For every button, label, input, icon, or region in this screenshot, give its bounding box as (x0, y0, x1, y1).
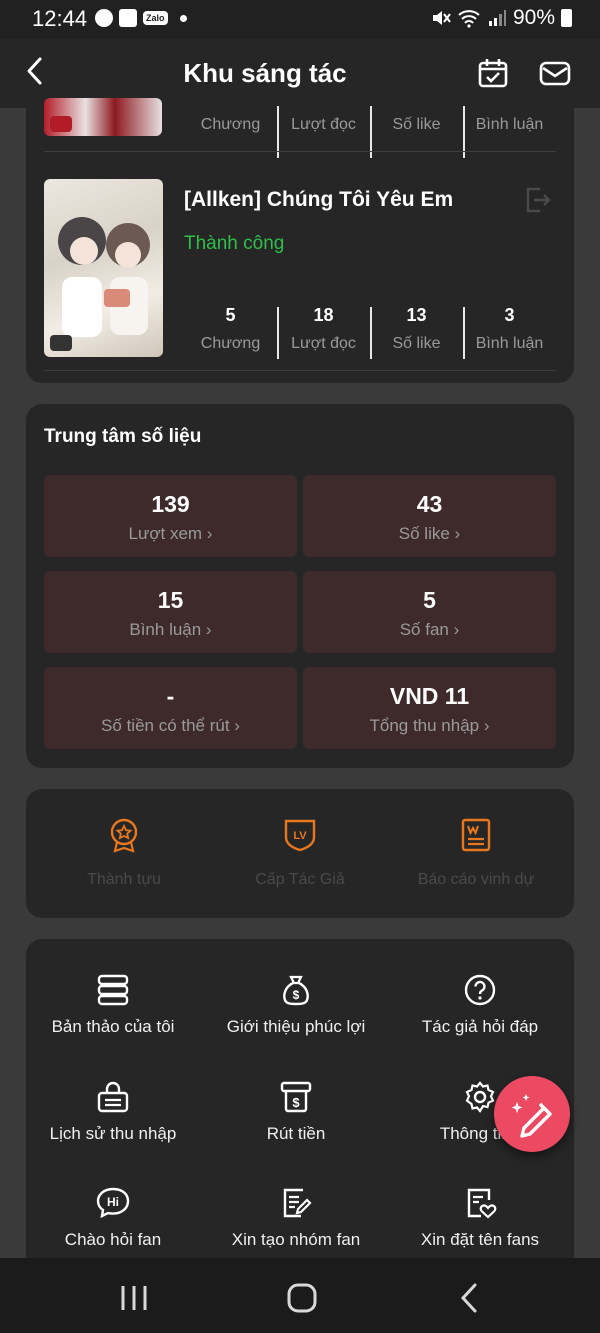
menu-greet-fans[interactable]: Hi Chào hỏi fan (21, 1186, 205, 1250)
battery-icon (561, 9, 572, 27)
youtube-icon (119, 9, 137, 27)
tile-views[interactable]: 139 Lượt xem › (44, 475, 297, 557)
data-center-card: Trung tâm số liệu 139 Lượt xem › 43 Số l… (26, 404, 574, 768)
tile-comments[interactable]: 15 Bình luận › (44, 571, 297, 653)
stat-comments: Bình luận (463, 104, 556, 158)
work-item[interactable]: [Allken] Chúng Tôi Yêu Em Thành công 5 C… (44, 179, 556, 359)
medal-icon (110, 818, 138, 853)
work-stats: Chương Lượt đọc Số like Bình luận (184, 104, 556, 158)
page-title: Khu sáng tác (183, 58, 347, 88)
tools-menu-card: Bản thảo của tôi $ Giới thiệu phúc lợi T… (26, 939, 574, 1279)
drafts-stack-icon (97, 974, 129, 1006)
zalo-icon: Zalo (143, 11, 168, 25)
calendar-check-icon[interactable] (476, 56, 510, 90)
status-notification-icons: Zalo (95, 9, 187, 27)
svg-text:Hi: Hi (107, 1195, 119, 1209)
honor-card: Thành tựu LV Cấp Tác Giả Báo cáo vinh dự (26, 789, 574, 918)
honor-report-icon (461, 818, 491, 852)
works-card: Chương Lượt đọc Số like Bình luận [Allke… (26, 98, 574, 383)
stat-chapters: 5 Chương (200, 305, 261, 352)
money-bag-icon: $ (283, 975, 309, 1006)
tile-total-income[interactable]: VND 11 Tổng thu nhập › (303, 667, 556, 749)
cover-artwork (58, 217, 150, 337)
status-system-icons: 90% (431, 6, 572, 30)
hi-bubble-icon: Hi (96, 1187, 130, 1219)
cover-badge-icon (50, 335, 72, 351)
work-status: Thành công (184, 233, 285, 254)
mail-icon[interactable] (538, 56, 572, 90)
stat-reads: Lượt đọc (277, 104, 370, 158)
svg-text:$: $ (293, 988, 300, 1002)
home-icon[interactable] (282, 1278, 322, 1318)
signal-icon (488, 10, 506, 26)
system-nav-bar (0, 1258, 600, 1333)
withdraw-icon: $ (280, 1081, 312, 1113)
edit-document-icon (283, 1188, 312, 1218)
gear-icon (465, 1081, 495, 1113)
tile-fans[interactable]: 5 Số fan › (303, 571, 556, 653)
nav-back-icon[interactable] (450, 1278, 490, 1318)
svg-text:LV: LV (293, 830, 307, 842)
menu-author-faq[interactable]: Tác giả hỏi đáp (388, 973, 572, 1037)
achievements-button[interactable]: Thành tựu (34, 817, 214, 889)
wifi-icon (458, 10, 480, 28)
cover-badge-icon (50, 116, 72, 132)
chrome-icon (95, 9, 113, 27)
stat-likes: Số like (370, 104, 463, 158)
divider (44, 370, 556, 371)
heart-document-icon (467, 1188, 497, 1219)
honor-report-button[interactable]: Báo cáo vinh dự (386, 817, 566, 889)
stat-comments: 3 Bình luận (463, 305, 556, 359)
menu-create-fan-group[interactable]: Xin tạo nhóm fan (204, 1186, 388, 1250)
pencil-sparkle-icon (511, 1094, 552, 1138)
work-title[interactable]: [Allken] Chúng Tôi Yêu Em (184, 188, 453, 212)
data-center-title: Trung tâm số liệu (44, 426, 202, 447)
tile-likes[interactable]: 43 Số like › (303, 475, 556, 557)
work-cover-image[interactable] (44, 179, 163, 357)
menu-withdraw[interactable]: $ Rút tiền (204, 1080, 388, 1144)
mute-icon (432, 11, 451, 25)
question-icon (464, 974, 496, 1006)
status-time: 12:44 (32, 6, 88, 31)
author-level-button[interactable]: LV Cấp Tác Giả (210, 817, 390, 889)
recent-apps-icon[interactable] (114, 1278, 154, 1318)
menu-benefits-intro[interactable]: $ Giới thiệu phúc lợi (204, 973, 388, 1037)
more-notifications-dot-icon (179, 14, 187, 22)
work-cover-image[interactable] (44, 98, 162, 136)
stat-likes: 13 Số like (370, 305, 463, 359)
stat-reads: 18 Lượt đọc (277, 305, 370, 359)
menu-my-drafts[interactable]: Bản thảo của tôi (21, 973, 205, 1037)
export-icon[interactable] (522, 185, 552, 215)
level-badge-icon: LV (284, 819, 316, 852)
divider (44, 151, 556, 152)
menu-income-history[interactable]: Lịch sử thu nhập (21, 1080, 205, 1144)
battery-percent: 90% (512, 6, 555, 29)
tile-withdrawable[interactable]: - Số tiền có thể rút › (44, 667, 297, 749)
menu-name-fans[interactable]: Xin đặt tên fans (388, 1186, 572, 1250)
income-history-icon (97, 1081, 129, 1113)
stat-chapters: Chương (200, 116, 261, 133)
work-item[interactable]: Chương Lượt đọc Số like Bình luận (44, 98, 556, 158)
work-stats: 5 Chương 18 Lượt đọc 13 Số like 3 Bình l… (184, 305, 556, 359)
status-bar: 12:44 Zalo 90% (0, 0, 600, 38)
write-fab-button[interactable] (494, 1076, 570, 1152)
svg-text:$: $ (292, 1095, 300, 1110)
